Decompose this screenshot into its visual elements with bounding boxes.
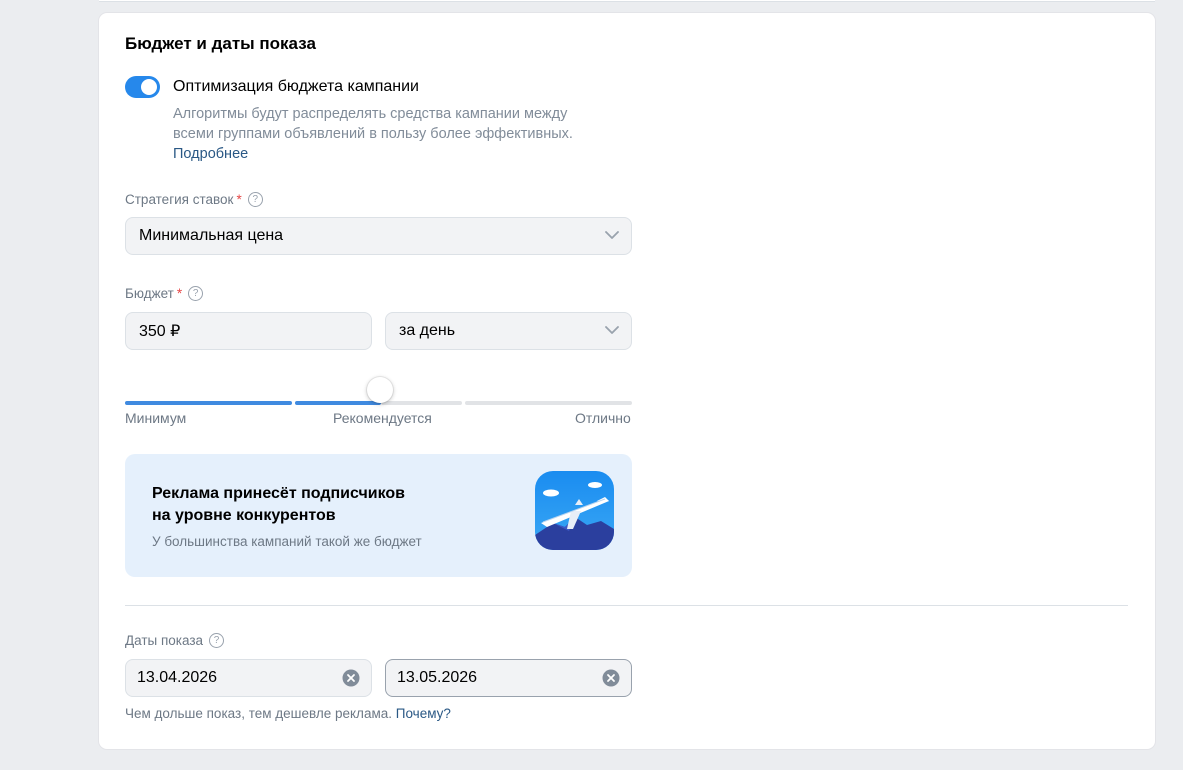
clear-circle-icon[interactable]	[342, 669, 360, 687]
section-title: Бюджет и даты показа	[125, 34, 316, 53]
end-date-input[interactable]: 13.05.2026	[385, 659, 632, 697]
question-circle-icon[interactable]: ?	[247, 192, 263, 207]
budget-optimization-description: Алгоритмы будут распределять средства ка…	[173, 104, 603, 164]
budget-amount-input[interactable]: 350 ₽	[125, 312, 372, 350]
required-mark: *	[236, 192, 242, 207]
slider-track-segment-excellent	[465, 401, 632, 405]
slider-label-excellent: Отлично	[575, 410, 631, 426]
dates-label-text: Даты показа	[125, 633, 204, 648]
budget-label: Бюджет * ?	[125, 286, 204, 301]
bid-strategy-value: Минимальная цена	[139, 227, 284, 244]
slider-label-min: Минимум	[125, 410, 187, 426]
chevron-down-icon	[605, 231, 619, 239]
budget-period-value: за день	[399, 322, 456, 339]
airplane-illustration-icon	[535, 471, 614, 550]
slider-track-segment-min	[125, 401, 292, 405]
toggle-knob	[141, 79, 157, 95]
chevron-down-icon	[605, 326, 619, 334]
budget-optimization-label: Оптимизация бюджета кампании	[173, 78, 419, 95]
forecast-title: Реклама принесёт подписчиков на уровне к…	[152, 483, 452, 527]
start-date-input[interactable]: 13.04.2026	[125, 659, 372, 697]
end-date-value: 13.05.2026	[397, 669, 478, 686]
previous-card-edge	[99, 0, 1155, 2]
budget-label-text: Бюджет	[125, 286, 174, 301]
budget-slider-thumb[interactable]	[367, 377, 393, 403]
budget-amount-value: 350 ₽	[139, 323, 181, 340]
forecast-subtitle: У большинства кампаний такой же бюджет	[152, 534, 422, 549]
slider-label-recommended: Рекомендуется	[333, 410, 432, 426]
bid-strategy-select[interactable]: Минимальная цена	[125, 217, 632, 255]
strategy-label: Стратегия ставок * ?	[125, 192, 263, 207]
learn-more-link[interactable]: Подробнее	[173, 146, 248, 162]
clear-circle-icon[interactable]	[602, 669, 620, 687]
forecast-banner: Реклама принесёт подписчиков на уровне к…	[125, 454, 632, 577]
optimization-description-text: Алгоритмы будут распределять средства ка…	[173, 106, 573, 142]
strategy-label-text: Стратегия ставок	[125, 192, 234, 207]
dates-hint: Чем дольше показ, тем дешевле реклама. П…	[125, 706, 451, 721]
why-link[interactable]: Почему?	[396, 706, 451, 721]
slider-track-segment-recommended-fill	[295, 401, 381, 405]
budget-optimization-toggle[interactable]	[125, 76, 160, 98]
forecast-title-line2: на уровне конкурентов	[152, 507, 336, 524]
required-mark: *	[176, 286, 183, 301]
dates-label: Даты показа ?	[125, 633, 225, 648]
start-date-value: 13.04.2026	[137, 669, 218, 686]
slider-track-segment-recommended-rest	[381, 401, 462, 405]
dates-hint-text: Чем дольше показ, тем дешевле реклама.	[125, 706, 392, 721]
section-divider	[125, 605, 1128, 606]
forecast-title-line1: Реклама принесёт подписчиков	[152, 485, 406, 502]
budget-period-select[interactable]: за день	[385, 312, 632, 350]
question-circle-icon[interactable]: ?	[209, 633, 225, 648]
budget-dates-card: Бюджет и даты показа Оптимизация бюджета…	[99, 13, 1155, 749]
question-circle-icon[interactable]: ?	[188, 286, 204, 301]
